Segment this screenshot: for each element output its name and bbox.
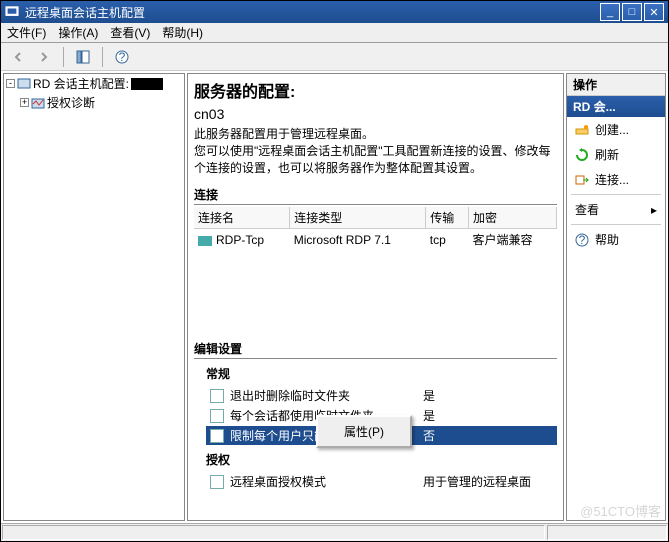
toolbar: ? xyxy=(1,43,668,71)
setting-icon xyxy=(210,389,224,403)
action-view[interactable]: 查看 ▸ xyxy=(567,197,665,222)
server-name: cn03 xyxy=(194,106,557,122)
menubar: 文件(F) 操作(A) 查看(V) 帮助(H) xyxy=(1,23,668,43)
action-refresh[interactable]: 刷新 xyxy=(567,142,665,167)
svg-text:?: ? xyxy=(119,50,126,64)
col-encrypt[interactable]: 加密 xyxy=(468,207,556,229)
menu-action[interactable]: 操作(A) xyxy=(58,24,98,41)
tree-pane: - RD 会话主机配置: + 授权诊断 xyxy=(3,73,185,521)
chevron-right-icon: ▸ xyxy=(651,203,657,217)
help-button[interactable]: ? xyxy=(111,46,133,68)
main-pane: 服务器的配置: cn03 此服务器配置用于管理远程桌面。 您可以使用"远程桌面会… xyxy=(187,73,564,521)
setting-icon xyxy=(210,409,224,423)
menu-view[interactable]: 查看(V) xyxy=(110,24,150,41)
show-tree-button[interactable] xyxy=(72,46,94,68)
tree-root[interactable]: - RD 会话主机配置: xyxy=(4,74,184,93)
description: 此服务器配置用于管理远程桌面。 您可以使用"远程桌面会话主机配置"工具配置新连接… xyxy=(194,126,557,176)
svg-text:?: ? xyxy=(579,233,586,247)
action-help[interactable]: ? 帮助 xyxy=(567,227,665,252)
action-connect[interactable]: 连接... xyxy=(567,167,665,192)
actions-pane: 操作 RD 会... 创建... 刷新 连接... 查看 ▸ ? 帮助 xyxy=(566,73,666,521)
page-title: 服务器的配置: xyxy=(194,78,557,102)
tree-child-label: 授权诊断 xyxy=(47,94,95,111)
close-button[interactable]: ✕ xyxy=(644,3,664,21)
expand-icon[interactable]: + xyxy=(20,98,29,107)
tree-child[interactable]: + 授权诊断 xyxy=(4,93,184,112)
setting-icon xyxy=(210,429,224,443)
menu-file[interactable]: 文件(F) xyxy=(7,24,46,41)
back-button[interactable] xyxy=(7,46,29,68)
setting-row[interactable]: 退出时删除临时文件夹 是 xyxy=(206,386,557,405)
col-type[interactable]: 连接类型 xyxy=(290,207,426,229)
help-icon: ? xyxy=(575,233,589,247)
menu-help[interactable]: 帮助(H) xyxy=(162,24,203,41)
setting-row[interactable]: 远程桌面授权模式 用于管理的远程桌面 xyxy=(206,472,557,491)
col-name[interactable]: 连接名 xyxy=(194,207,290,229)
connect-icon xyxy=(575,173,589,187)
diagnostics-icon xyxy=(31,96,45,110)
col-transport[interactable]: 传输 xyxy=(426,207,469,229)
actions-head: 操作 xyxy=(567,74,665,96)
action-create[interactable]: 创建... xyxy=(567,117,665,142)
edit-settings-head: 编辑设置 xyxy=(194,340,557,359)
create-icon xyxy=(575,123,589,137)
expand-icon[interactable]: - xyxy=(6,79,15,88)
connection-icon xyxy=(198,236,212,246)
app-icon xyxy=(5,5,19,19)
connections-table: 连接名 连接类型 传输 加密 RDP-Tcp Microsoft RDP 7.1… xyxy=(194,207,557,250)
server-icon xyxy=(17,77,31,91)
redacted xyxy=(131,78,163,90)
license-head: 授权 xyxy=(206,451,557,468)
actions-subhead: RD 会... xyxy=(567,96,665,117)
watermark: @51CTO博客 xyxy=(580,501,661,520)
general-head: 常规 xyxy=(206,365,557,382)
menu-properties[interactable]: 属性(P) xyxy=(320,419,408,444)
maximize-button[interactable]: □ xyxy=(622,3,642,21)
window-title: 远程桌面会话主机配置 xyxy=(25,4,145,21)
titlebar: 远程桌面会话主机配置 _ □ ✕ xyxy=(1,1,668,23)
setting-icon xyxy=(210,475,224,489)
forward-button[interactable] xyxy=(33,46,55,68)
context-menu: 属性(P) xyxy=(316,415,412,448)
refresh-icon xyxy=(575,148,589,162)
minimize-button[interactable]: _ xyxy=(600,3,620,21)
connections-head: 连接 xyxy=(194,186,557,205)
table-row[interactable]: RDP-Tcp Microsoft RDP 7.1 tcp 客户端兼容 xyxy=(194,229,557,251)
statusbar xyxy=(1,523,668,541)
tree-root-label: RD 会话主机配置: xyxy=(33,75,129,92)
